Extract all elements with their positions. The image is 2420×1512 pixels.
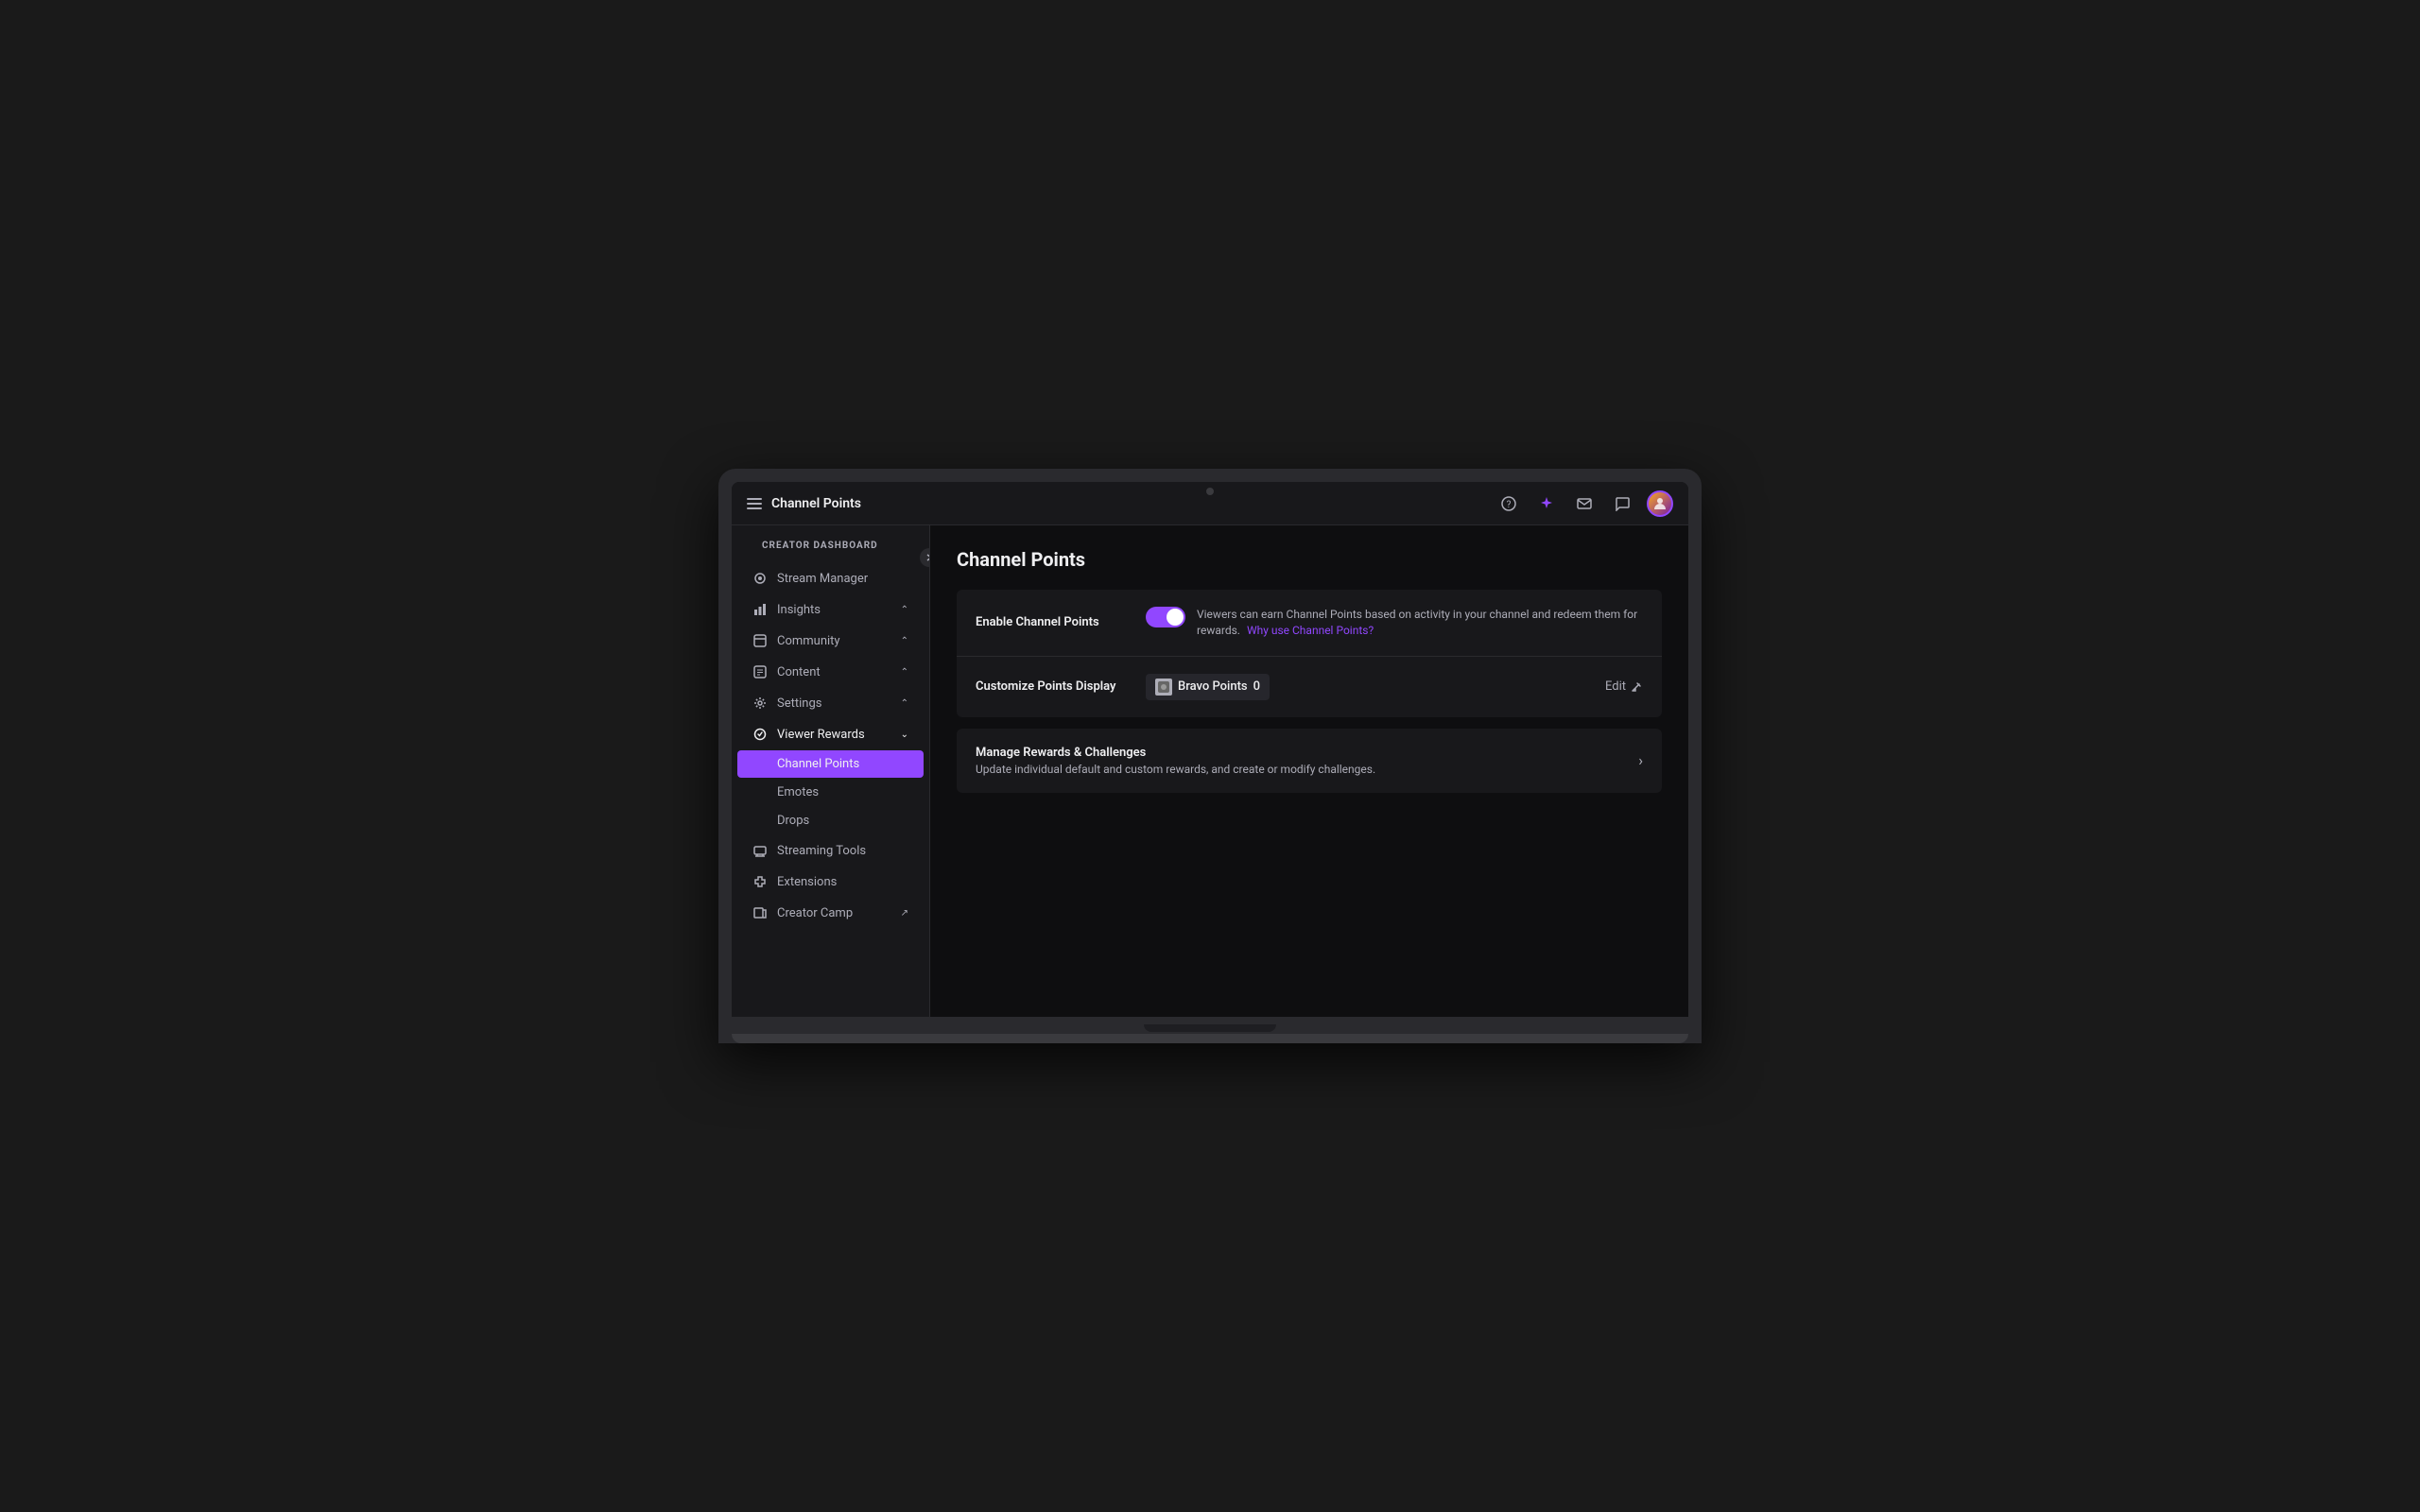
chevron-down-icon: ⌃ xyxy=(901,698,908,709)
hamburger-button[interactable] xyxy=(747,498,762,509)
enable-channel-points-toggle[interactable] xyxy=(1146,607,1185,627)
creator-camp-icon xyxy=(752,905,768,920)
chevron-right-icon: › xyxy=(1638,751,1643,769)
sidebar-item-stream-manager[interactable]: Stream Manager xyxy=(737,563,924,593)
viewer-rewards-icon xyxy=(752,727,768,742)
sidebar: CREATOR DASHBOARD Stream Manager xyxy=(732,525,930,1017)
help-icon[interactable]: ? xyxy=(1495,490,1522,517)
customize-points-label: Customize Points Display xyxy=(976,679,1146,694)
sidebar-item-creator-camp[interactable]: Creator Camp ↗ xyxy=(737,898,924,928)
enable-channel-points-row: Enable Channel Points Viewers can earn C… xyxy=(957,590,1662,657)
points-icon xyxy=(1155,679,1172,696)
sidebar-item-label: Creator Camp xyxy=(777,906,853,920)
sidebar-item-extensions[interactable]: Extensions xyxy=(737,867,924,897)
external-link-icon: ↗ xyxy=(901,908,908,919)
sidebar-item-insights[interactable]: Insights ⌃ xyxy=(737,594,924,625)
sidebar-item-viewer-rewards[interactable]: Viewer Rewards ⌄ xyxy=(737,719,924,749)
content-area: Channel Points Enable Channel Points Vie… xyxy=(930,525,1688,1017)
manage-rewards-title: Manage Rewards & Challenges xyxy=(976,746,1638,760)
points-badge: Bravo Points 0 xyxy=(1146,674,1270,700)
community-icon xyxy=(752,633,768,648)
why-use-link[interactable]: Why use Channel Points? xyxy=(1247,624,1374,637)
manage-rewards-description: Update individual default and custom rew… xyxy=(976,763,1638,776)
sidebar-item-streaming-tools[interactable]: Streaming Tools xyxy=(737,835,924,866)
enable-channel-points-label: Enable Channel Points xyxy=(976,615,1146,629)
camera-notch xyxy=(1206,488,1214,495)
svg-text:?: ? xyxy=(1507,500,1512,510)
extensions-icon xyxy=(752,874,768,889)
sidebar-item-label: Community xyxy=(777,634,840,648)
sidebar-item-label: Extensions xyxy=(777,875,837,889)
points-name: Bravo Points xyxy=(1178,679,1248,694)
sidebar-item-label: Insights xyxy=(777,603,821,617)
channel-points-card: Enable Channel Points Viewers can earn C… xyxy=(957,590,1662,717)
sidebar-item-label: Streaming Tools xyxy=(777,844,866,858)
toggle-thumb xyxy=(1167,609,1184,626)
content-icon xyxy=(752,664,768,679)
sidebar-item-label: Viewer Rewards xyxy=(777,728,865,742)
enable-channel-points-description: Viewers can earn Channel Points based on… xyxy=(1197,607,1643,639)
sidebar-sub-item-drops[interactable]: Drops xyxy=(737,807,924,834)
chat-icon[interactable] xyxy=(1609,490,1635,517)
sidebar-item-community[interactable]: Community ⌃ xyxy=(737,626,924,656)
sidebar-item-label: Settings xyxy=(777,696,821,711)
sidebar-item-label: Content xyxy=(777,665,821,679)
manage-rewards-card: Manage Rewards & Challenges Update indiv… xyxy=(957,729,1662,793)
laptop-bottom xyxy=(732,1034,1688,1043)
insights-icon xyxy=(752,602,768,617)
topbar-title: Channel Points xyxy=(771,496,861,511)
sidebar-sub-item-label: Emotes xyxy=(777,785,819,799)
sidebar-section-label: CREATOR DASHBOARD xyxy=(747,533,893,555)
chevron-down-icon: ⌃ xyxy=(901,605,908,615)
sidebar-sub-item-label: Drops xyxy=(777,814,809,828)
laptop-notch xyxy=(1144,1024,1276,1032)
sidebar-collapse-button[interactable] xyxy=(920,548,930,567)
sidebar-item-content[interactable]: Content ⌃ xyxy=(737,657,924,687)
sparkle-icon[interactable] xyxy=(1533,490,1560,517)
avatar[interactable] xyxy=(1647,490,1673,517)
sidebar-sub-item-channel-points[interactable]: Channel Points xyxy=(737,750,924,778)
customize-points-row: Customize Points Display Bravo Points 0 xyxy=(957,657,1662,717)
streaming-tools-icon xyxy=(752,843,768,858)
points-count: 0 xyxy=(1253,679,1260,694)
chevron-up-icon: ⌄ xyxy=(901,730,908,740)
sidebar-sub-item-emotes[interactable]: Emotes xyxy=(737,779,924,806)
sidebar-item-settings[interactable]: Settings ⌃ xyxy=(737,688,924,718)
chevron-down-icon: ⌃ xyxy=(901,636,908,646)
sidebar-item-label: Stream Manager xyxy=(777,572,868,586)
mail-icon[interactable] xyxy=(1571,490,1598,517)
edit-button[interactable]: Edit xyxy=(1605,679,1643,694)
stream-manager-icon xyxy=(752,571,768,586)
settings-icon xyxy=(752,696,768,711)
sidebar-sub-item-label: Channel Points xyxy=(777,757,859,771)
manage-rewards-row[interactable]: Manage Rewards & Challenges Update indiv… xyxy=(957,729,1662,793)
chevron-down-icon: ⌃ xyxy=(901,667,908,678)
page-title: Channel Points xyxy=(957,548,1662,571)
